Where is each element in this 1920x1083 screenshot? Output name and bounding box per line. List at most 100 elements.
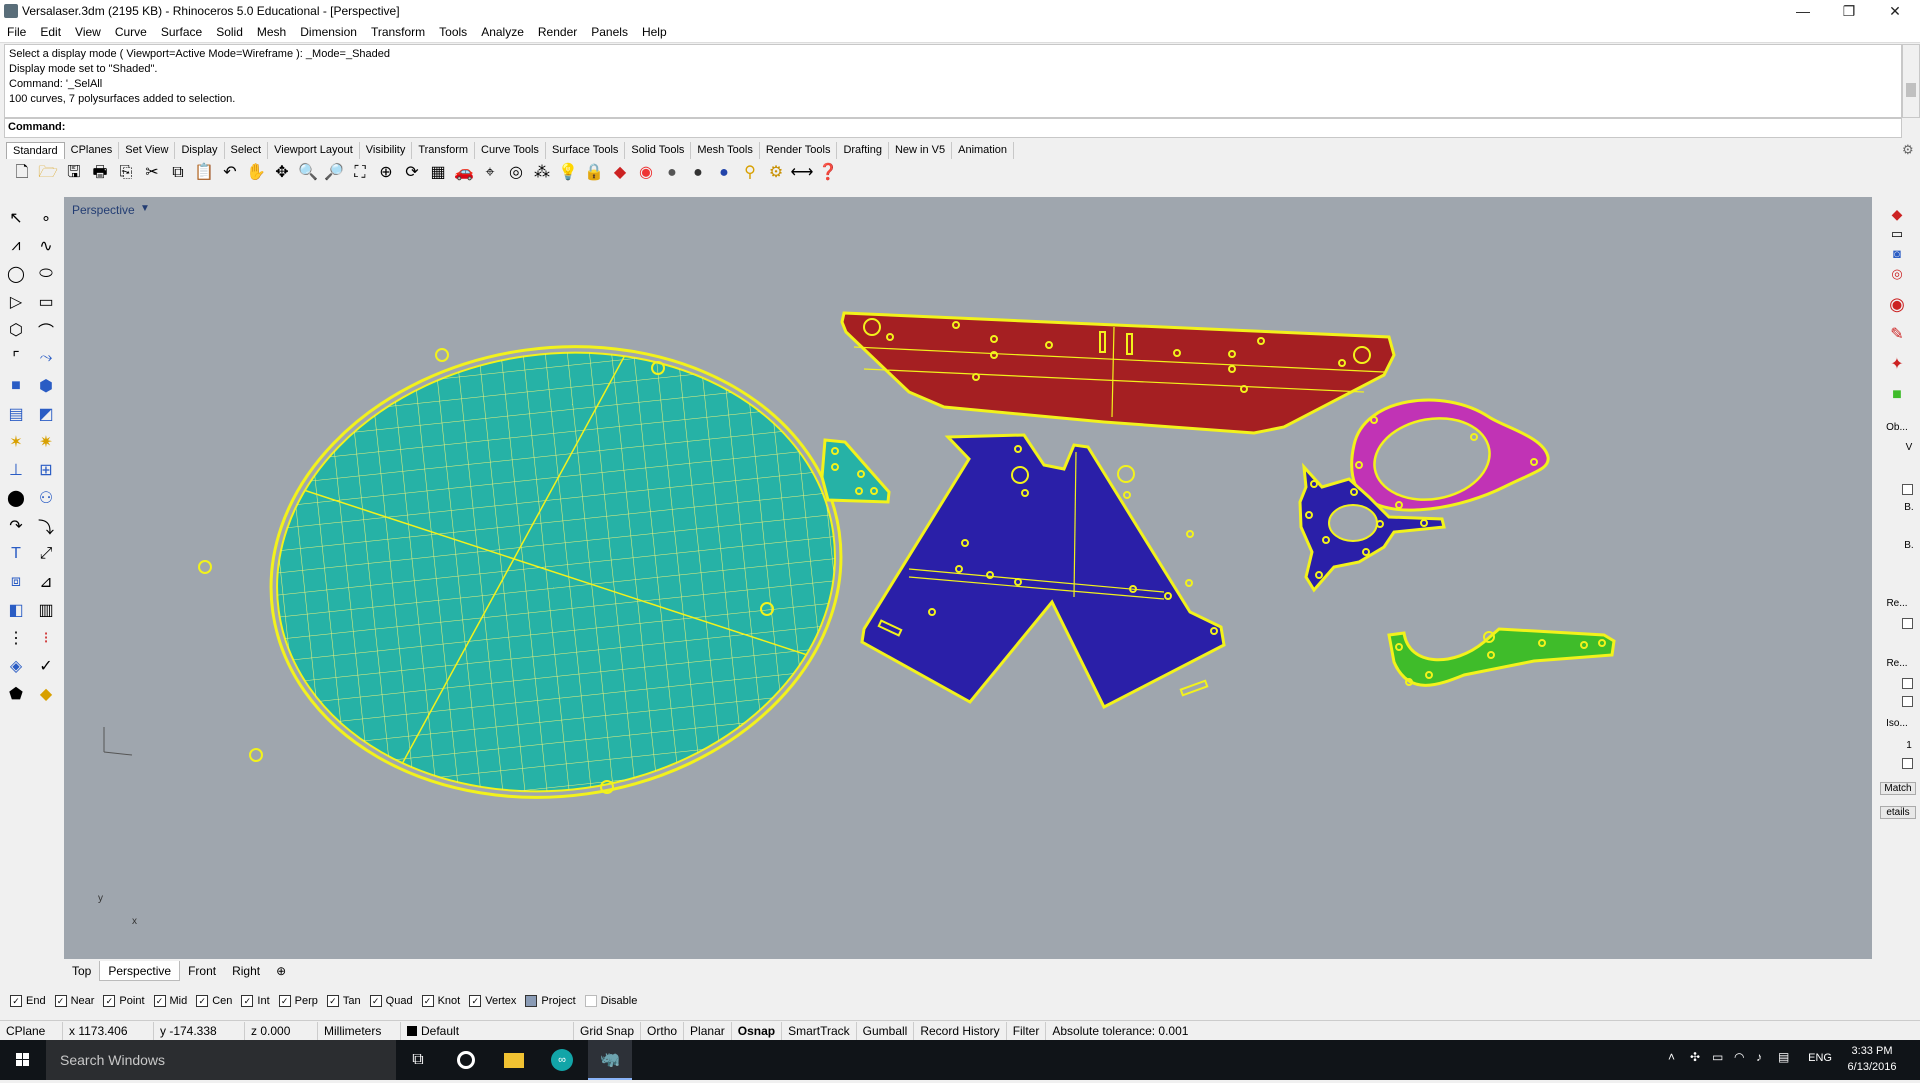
red-plate-part[interactable] — [840, 311, 1396, 435]
grid-snap-toggle[interactable]: Grid Snap — [574, 1022, 642, 1040]
analyze-icon[interactable]: ◈ — [2, 652, 30, 680]
teal-bracket-part[interactable] — [820, 438, 891, 504]
lock-icon[interactable]: 🔒 — [582, 161, 606, 185]
viewport-tab-front[interactable]: Front — [180, 961, 224, 981]
osnap-toggle[interactable]: Osnap — [732, 1022, 783, 1040]
tab-visibility[interactable]: Visibility — [360, 142, 413, 159]
menu-surface[interactable]: Surface — [154, 25, 209, 39]
tray-overflow-icon[interactable]: ˄ — [1668, 1050, 1675, 1064]
arc-icon[interactable]: ▷ — [2, 288, 30, 316]
dimension-icon[interactable]: ⟷ — [790, 161, 814, 185]
osnap-int[interactable]: ✓ Int — [241, 995, 270, 1007]
osnap-tan-checkbox[interactable]: ✓ — [326, 995, 339, 1007]
tab-new-in-v5[interactable]: New in V5 — [889, 142, 953, 159]
menu-tools[interactable]: Tools — [432, 25, 474, 39]
osnap-perp-checkbox[interactable]: ✓ — [278, 995, 291, 1007]
new-file-icon[interactable]: 🗋 — [10, 161, 34, 185]
language-indicator[interactable]: ENG — [1808, 1052, 1832, 1064]
tab-standard[interactable]: Standard — [6, 142, 65, 159]
magenta-ring-part[interactable] — [1350, 398, 1550, 512]
close-button[interactable]: ✕ — [1872, 0, 1918, 22]
light-bulb-icon[interactable]: 💡 — [556, 161, 580, 185]
osnap-tan[interactable]: ✓ Tan — [326, 995, 361, 1007]
color-wheel-icon[interactable]: ◉ — [634, 161, 658, 185]
cplane-icon[interactable]: ◎ — [504, 161, 528, 185]
pan-icon[interactable]: ✥ — [270, 161, 294, 185]
named-views-icon[interactable]: ⌖ — [478, 161, 502, 185]
solid-union-icon[interactable]: ⬢ — [32, 372, 60, 400]
transform-icon[interactable]: ✶ — [2, 428, 30, 456]
osnap-int-checkbox[interactable]: ✓ — [241, 995, 254, 1007]
extrude-icon[interactable]: ▤ — [2, 400, 30, 428]
wifi-icon[interactable]: ◠ — [1734, 1050, 1744, 1064]
save-icon[interactable]: 🖫 — [62, 161, 86, 185]
layers-icon[interactable]: ◆ — [1880, 206, 1914, 223]
green-hook-part[interactable] — [1387, 627, 1616, 687]
boolean-icon[interactable]: ⬤ — [2, 484, 30, 512]
isocurve-checkbox[interactable] — [1902, 758, 1913, 769]
osnap-end[interactable]: ✓ End — [10, 995, 46, 1007]
menu-curve[interactable]: Curve — [108, 25, 154, 39]
taskbar-search-box[interactable]: Search Windows — [46, 1040, 396, 1080]
hatch-icon[interactable]: ▥ — [32, 596, 60, 624]
tab-viewport-layout[interactable]: Viewport Layout — [268, 142, 360, 159]
osnap-end-checkbox[interactable]: ✓ — [10, 995, 22, 1007]
file-explorer-icon[interactable] — [492, 1040, 536, 1080]
open-file-icon[interactable]: 🗁 — [36, 161, 60, 185]
record-history-toggle[interactable]: Record History — [914, 1022, 1007, 1040]
box-solid-icon[interactable]: ■ — [2, 372, 30, 400]
viewport-tab-top[interactable]: Top — [64, 961, 99, 981]
viewport-menu-arrow-icon[interactable]: ▼ — [140, 203, 150, 214]
command-input[interactable] — [77, 120, 1881, 136]
osnap-cen-checkbox[interactable]: ✓ — [196, 995, 209, 1007]
osnap-vertex-checkbox[interactable]: ✓ — [469, 995, 482, 1007]
rotate-view-icon[interactable]: ⟳ — [400, 161, 424, 185]
osnap-near[interactable]: ✓ Near — [54, 995, 94, 1007]
osnap-cen[interactable]: ✓ Cen — [196, 995, 232, 1007]
rhino-taskbar-icon[interactable]: 🦏 — [588, 1040, 632, 1080]
menu-view[interactable]: View — [68, 25, 108, 39]
pan-hand-icon[interactable]: ✋ — [244, 161, 268, 185]
circle-icon[interactable]: ◯ — [2, 260, 30, 288]
tab-drafting[interactable]: Drafting — [837, 142, 889, 159]
osnap-disable-checkbox[interactable] — [584, 995, 597, 1007]
polyline-icon[interactable]: ⩘ — [2, 232, 30, 260]
options-gears-icon[interactable]: ⚙ — [764, 161, 788, 185]
mesh-icon[interactable]: ⬟ — [2, 680, 30, 708]
volume-icon[interactable]: ♪ — [1756, 1050, 1762, 1064]
tab-cplanes[interactable]: CPlanes — [65, 142, 120, 159]
rendered-sphere-icon[interactable]: ● — [712, 161, 736, 185]
block-icon[interactable]: ◧ — [2, 596, 30, 624]
copy-icon[interactable]: ⧉ — [166, 161, 190, 185]
zoom-window-icon[interactable]: 🔎 — [322, 161, 346, 185]
ellipse-icon[interactable]: ⬭ — [32, 260, 60, 288]
dimension-tool-icon[interactable]: ⊿ — [32, 568, 60, 596]
isocurve-density-value[interactable]: 1 — [1892, 740, 1920, 751]
free-curve-icon[interactable]: ⌒ — [32, 316, 60, 344]
polygon-icon[interactable]: ⬡ — [2, 316, 30, 344]
dropbox-icon[interactable]: ✣ — [1690, 1050, 1700, 1064]
surface-icon[interactable]: ◩ — [32, 400, 60, 428]
tab-transform[interactable]: Transform — [412, 142, 476, 159]
array-icon[interactable]: ⊞ — [32, 456, 60, 484]
select-arrow-icon[interactable]: ↖ — [2, 204, 30, 232]
menu-dimension[interactable]: Dimension — [293, 25, 364, 39]
environment-icon[interactable]: ■ — [1880, 386, 1914, 404]
tab-solid-tools[interactable]: Solid Tools — [625, 142, 692, 159]
group-icon[interactable]: ⧈ — [2, 568, 30, 596]
gumball-toggle[interactable]: Gumball — [857, 1022, 915, 1040]
menu-mesh[interactable]: Mesh — [250, 25, 293, 39]
osnap-knot-checkbox[interactable]: ✓ — [421, 995, 434, 1007]
move-icon[interactable]: ⊥ — [2, 456, 30, 484]
print-icon[interactable]: 🖶 — [88, 161, 112, 185]
join-icon[interactable]: ⤵ — [32, 512, 60, 540]
tab-animation[interactable]: Animation — [952, 142, 1015, 159]
command-history[interactable]: Select a display mode ( Viewport=Active … — [4, 44, 1902, 118]
arduino-icon[interactable]: ∞ — [540, 1040, 584, 1080]
add-viewport-tab-button[interactable]: ⊕ — [268, 961, 294, 981]
grid-array-icon[interactable]: ⋮ — [2, 624, 30, 652]
help-icon[interactable]: ❓ — [816, 161, 840, 185]
filter-toggle[interactable]: Filter — [1007, 1022, 1047, 1040]
property-checkbox[interactable] — [1902, 484, 1913, 495]
trim-icon[interactable]: ↷ — [2, 512, 30, 540]
